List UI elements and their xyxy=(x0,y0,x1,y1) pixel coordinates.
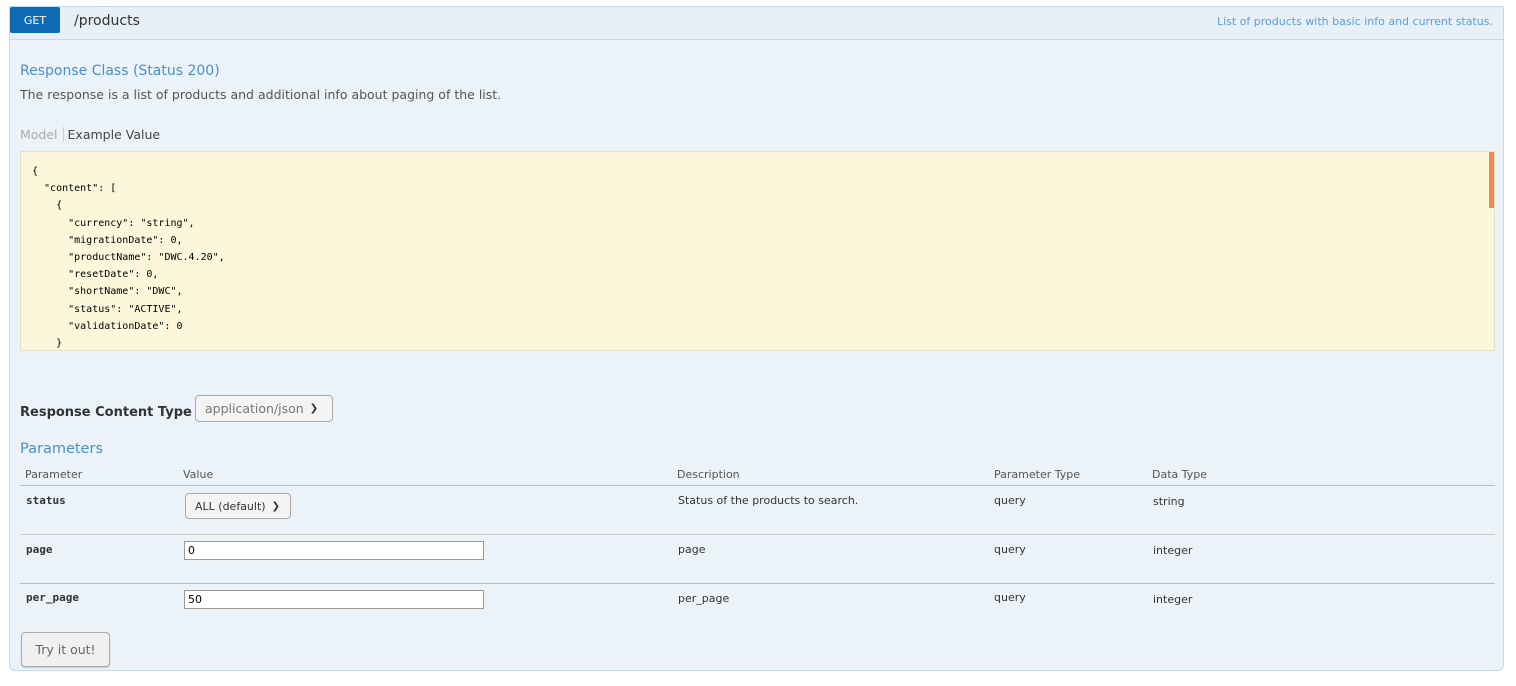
status-select-value: ALL (default) xyxy=(195,499,266,513)
column-header-parameter: Parameter xyxy=(25,468,83,481)
column-header-parameter-type: Parameter Type xyxy=(994,468,1080,481)
column-header-data-type: Data Type xyxy=(1152,468,1208,481)
http-method-badge[interactable]: GET xyxy=(10,7,60,33)
param-type-status: query xyxy=(994,494,1026,507)
endpoint-panel: GET /products List of products with basi… xyxy=(9,6,1504,671)
per-page-input[interactable] xyxy=(184,590,484,609)
row-divider xyxy=(20,534,1495,535)
param-type-page: query xyxy=(994,543,1026,556)
tab-example-value[interactable]: Example Value xyxy=(64,127,161,142)
snippet-scrollbar-thumb[interactable] xyxy=(1489,152,1494,208)
param-type-per-page: query xyxy=(994,591,1026,604)
param-name-per-page: per_page xyxy=(26,591,79,604)
response-content-type-value: application/json xyxy=(205,401,304,416)
response-content-type-select[interactable]: application/json ❯ xyxy=(195,395,333,422)
param-description-per-page: per_page xyxy=(678,592,730,605)
example-json: { "content": [ { "currency": "string", "… xyxy=(32,166,225,350)
param-description-page: page xyxy=(678,543,706,556)
endpoint-path-link[interactable]: /products xyxy=(74,13,140,29)
try-it-out-button[interactable]: Try it out! xyxy=(21,632,110,667)
data-type-per-page: integer xyxy=(1153,593,1193,606)
param-description-status: Status of the products to search. xyxy=(678,494,859,507)
chevron-down-icon: ❯ xyxy=(271,500,280,512)
response-class-description: The response is a list of products and a… xyxy=(20,87,502,102)
signature-tabs: Model Example Value xyxy=(20,127,160,142)
data-type-status: string xyxy=(1153,495,1185,508)
endpoint-heading[interactable]: GET /products List of products with basi… xyxy=(10,7,1503,40)
param-name-status: status xyxy=(26,494,66,507)
page-input[interactable] xyxy=(184,541,484,560)
table-header-divider xyxy=(20,485,1495,486)
column-header-value: Value xyxy=(183,468,214,481)
column-header-description: Description xyxy=(677,468,740,481)
row-divider xyxy=(20,583,1495,584)
status-select[interactable]: ALL (default) ❯ xyxy=(185,493,291,519)
chevron-down-icon: ❯ xyxy=(309,403,319,414)
example-value-snippet[interactable]: { "content": [ { "currency": "string", "… xyxy=(20,151,1495,351)
parameters-title: Parameters xyxy=(20,441,103,457)
endpoint-summary-link[interactable]: List of products with basic info and cur… xyxy=(1217,15,1493,28)
param-name-page: page xyxy=(26,543,53,556)
response-content-type-label: Response Content Type xyxy=(20,405,192,420)
tab-model[interactable]: Model xyxy=(20,127,64,142)
response-class-title: Response Class (Status 200) xyxy=(20,63,220,79)
data-type-page: integer xyxy=(1153,544,1193,557)
